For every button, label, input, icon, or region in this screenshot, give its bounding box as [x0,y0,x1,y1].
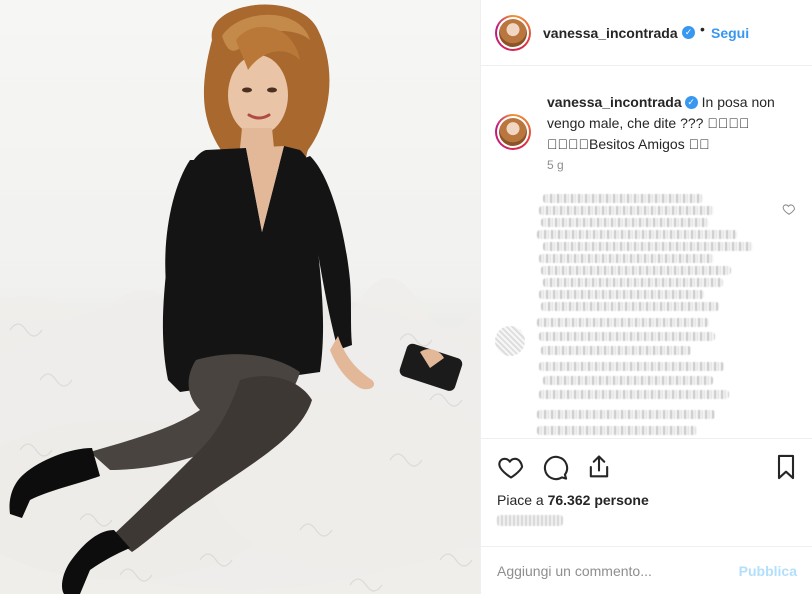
caption-username[interactable]: vanessa_incontrada [547,94,682,110]
comment-blurred-line [541,302,719,311]
comment-like-heart-icon[interactable] [782,202,796,216]
comment-blurred-line [539,206,714,215]
comment-input[interactable] [497,560,727,582]
author-username[interactable]: vanessa_incontrada [543,25,678,41]
comment-blurred-line [539,332,715,341]
verified-badge-icon: ✓ [682,26,695,39]
publish-button[interactable]: Pubblica [739,563,797,579]
comment-blurred-line [541,346,691,355]
follow-button[interactable]: Segui [711,25,749,41]
post-photo[interactable] [0,0,480,594]
comment-blurred-line [541,266,731,275]
likes-suffix: persone [594,492,649,508]
heart-icon[interactable] [497,453,525,481]
author-avatar[interactable] [495,15,531,51]
face [228,55,288,135]
comment-bubble-icon[interactable] [541,453,569,481]
comment-blurred-line [543,376,713,385]
comment-blurred-line [539,290,704,299]
comment-blurred-line [537,426,697,435]
likes-number: 76.362 [547,492,591,508]
post-time-ago[interactable]: 5 g [547,158,564,172]
comment-blurred-line [543,278,723,287]
share-icon[interactable] [585,453,613,481]
comment-blurred-line [541,218,709,227]
photo-illustration [0,4,480,594]
comment-blurred-line [537,230,737,239]
comment-blurred-line [539,362,724,371]
likes-count[interactable]: Piace a 76.362 persone [497,492,649,508]
caption-verified-badge-icon: ✓ [684,95,698,109]
comment-blurred-line [537,318,709,327]
comment-blurred-line [537,410,715,419]
comment-blurred-line [539,390,729,399]
post-header: vanessa_incontrada ✓ • Segui [481,0,812,66]
comment-form: Pubblica [481,546,812,594]
comment-blurred-line [539,254,714,263]
commenter-avatar[interactable] [495,326,525,356]
comment-blurred-line [543,194,703,203]
likes-prefix: Piace a [497,492,544,508]
post-details-pane: vanessa_incontrada ✓ • Segui vanessa_inc… [480,0,812,594]
post-date-blurred [497,515,563,526]
comment-blurred-line [543,242,753,251]
caption-text: vanessa_incontrada ✓ In posa non vengo mal… [547,92,797,155]
caption-avatar[interactable] [495,114,531,150]
bookmark-icon[interactable] [772,453,800,481]
comments-list [491,186,811,436]
separator-dot: • [700,21,705,37]
